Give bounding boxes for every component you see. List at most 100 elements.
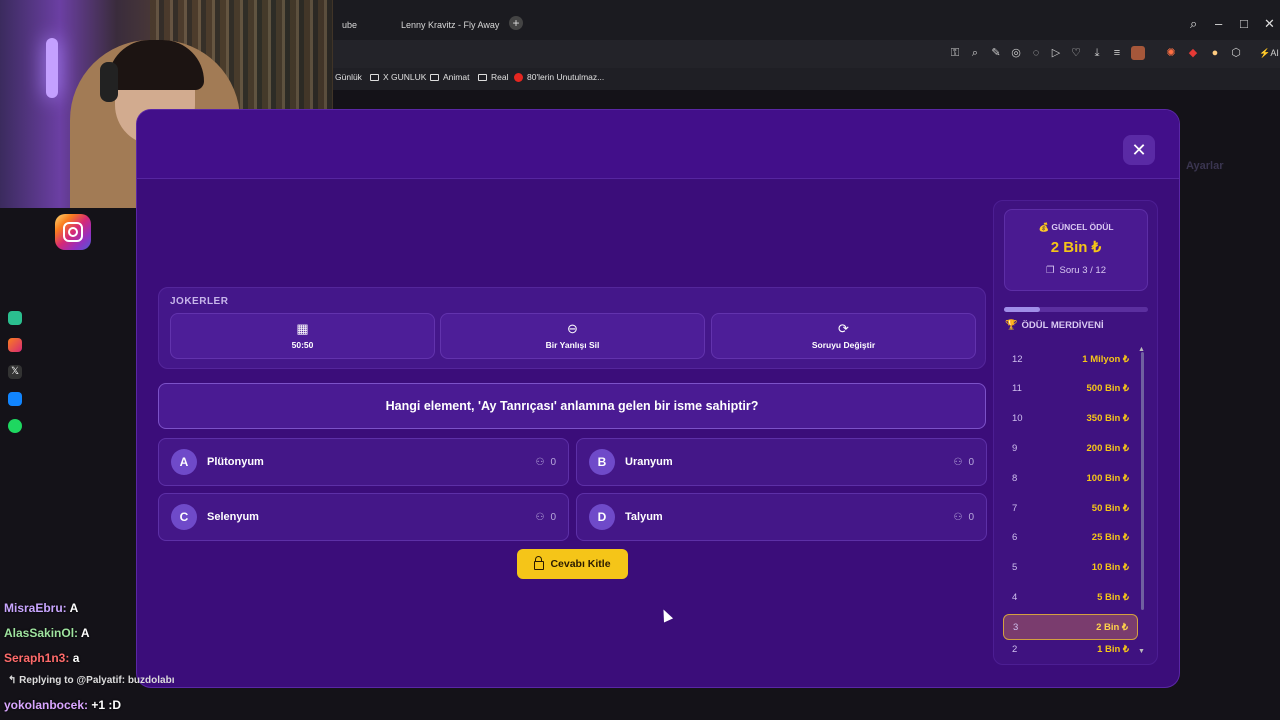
ladder-row: 6 25 Bin ₺: [1003, 525, 1138, 551]
ladder-level: 12: [1012, 353, 1023, 365]
vote-count: ⚇ 0: [953, 511, 974, 523]
ladder-level: 6: [1012, 532, 1018, 544]
chat-message: yokolanbocek: +1 :D: [4, 698, 121, 712]
answer-option[interactable]: D Talyum ⚇ 0: [576, 493, 987, 541]
folder-icon: [478, 73, 487, 81]
vote-count: ⚇ 0: [535, 456, 556, 468]
ladder-amount: 10 Bin ₺: [1091, 562, 1129, 574]
bluesky-icon[interactable]: [8, 392, 22, 406]
answer-option[interactable]: C Selenyum ⚇ 0: [158, 493, 569, 541]
answer-letter: B: [589, 449, 615, 475]
youtube-icon: [514, 72, 523, 82]
extension-shield-icon[interactable]: ◆: [1186, 46, 1200, 60]
ladder-amount: 500 Bin ₺: [1086, 383, 1129, 395]
joker-button[interactable]: ▦ 50:50: [170, 313, 435, 359]
ladder-level: 3: [1013, 621, 1019, 633]
answer-letter: D: [589, 504, 615, 530]
folder-icon: [430, 73, 439, 81]
chat-text: A: [69, 601, 79, 615]
background-settings-link: Ayarlar: [1186, 160, 1224, 172]
chat-reply: ↰ Replying to @Palyatif: buzdolabı: [8, 675, 175, 686]
tab-label: Lenny Kravitz - Fly Away (: [401, 20, 502, 30]
jokers-title: JOKERLER: [170, 296, 229, 307]
chat-message: MisraEbru: A: [4, 601, 78, 615]
chat-message: Seraph1n3: a: [4, 651, 79, 665]
chat-username: Seraph1n3:: [4, 651, 70, 665]
ladder-row: 5 10 Bin ₺: [1003, 555, 1138, 581]
ladder-level: 2: [1012, 644, 1018, 655]
minus-circle-icon: ⊖: [567, 321, 578, 336]
close-window-icon[interactable]: ✕: [1264, 16, 1275, 32]
ladder-amount: 5 Bin ₺: [1097, 591, 1129, 603]
folder-icon: [370, 73, 379, 81]
browser-tab[interactable]: Lenny Kravitz - Fly Away (: [388, 12, 502, 38]
modal-header: [137, 110, 1179, 179]
close-modal-button[interactable]: ✕: [1123, 135, 1155, 165]
bookmark-item[interactable]: Animat: [430, 72, 469, 82]
profile-avatar[interactable]: [1131, 46, 1145, 60]
joker-button[interactable]: ⊖ Bir Yanlışı Sil: [440, 313, 705, 359]
bookmark-item[interactable]: Günlük: [335, 72, 362, 82]
scroll-up-icon[interactable]: ▲: [1138, 346, 1145, 353]
answer-text: Plütonyum: [207, 456, 264, 468]
answer-option[interactable]: B Uranyum ⚇ 0: [576, 438, 987, 486]
ladder-level: 7: [1012, 502, 1018, 514]
vote-count: ⚇ 0: [953, 456, 974, 468]
browser-tab[interactable]: ube: [334, 12, 386, 38]
ai-button[interactable]: ⚡AI: [1258, 46, 1280, 60]
answer-letter: A: [171, 449, 197, 475]
bookmark-item[interactable]: X GUNLUK: [370, 72, 426, 82]
extension-icon[interactable]: ✺: [1164, 46, 1178, 60]
x-icon[interactable]: 𝕏: [8, 365, 22, 379]
cards-icon: ❐: [1045, 265, 1055, 276]
new-tab-button[interactable]: +: [509, 16, 523, 30]
ladder-amount: 1 Milyon ₺: [1082, 353, 1129, 365]
reply-icon: ↰: [8, 675, 17, 686]
menu-icon[interactable]: ≡: [1110, 46, 1124, 60]
lock-answer-button[interactable]: Cevabı Kitle: [517, 549, 628, 579]
camera-icon[interactable]: ◎: [1009, 46, 1023, 60]
key-icon[interactable]: ⚿: [948, 46, 962, 60]
maximize-icon[interactable]: □: [1240, 16, 1248, 31]
extension-cube-icon[interactable]: ⬡: [1229, 46, 1243, 60]
ladder-level: 9: [1012, 442, 1018, 454]
joker-button[interactable]: ⟳ Soruyu Değiştir: [711, 313, 976, 359]
answer-text: Uranyum: [625, 456, 673, 468]
answer-option[interactable]: A Plütonyum ⚇ 0: [158, 438, 569, 486]
ladder-scrollbar[interactable]: [1141, 352, 1144, 610]
extension-bulb-icon[interactable]: ●: [1208, 46, 1222, 60]
chat-text: A: [80, 626, 90, 640]
trophy-icon: 🏆: [1005, 320, 1018, 331]
ladder-row: 8 100 Bin ₺: [1003, 465, 1138, 491]
prize-ladder-title: 🏆 ÖDÜL MERDİVENİ: [1005, 320, 1104, 331]
bookmark-label: Günlük: [335, 72, 362, 82]
bookmark-item[interactable]: Real: [478, 72, 508, 82]
shield-icon[interactable]: ◌: [1029, 46, 1043, 60]
ladder-row: 3 2 Bin ₺: [1003, 614, 1138, 641]
minimize-icon[interactable]: –: [1215, 16, 1222, 31]
people-icon: ⚇: [535, 456, 545, 468]
download-icon[interactable]: ⤓: [1090, 46, 1104, 60]
people-icon: ⚇: [953, 511, 963, 523]
chatgpt-icon[interactable]: [8, 311, 22, 325]
edit-icon[interactable]: ✎: [989, 46, 1003, 60]
question-text: Hangi element, 'Ay Tanrıçası' anlamına g…: [158, 383, 986, 429]
heart-icon[interactable]: ♡: [1069, 46, 1083, 60]
search-tabs-icon[interactable]: ⌕: [1190, 16, 1197, 32]
instagram-icon: [55, 214, 91, 250]
ladder-amount: 1 Bin ₺: [1097, 644, 1129, 655]
ladder-row: 12 1 Milyon ₺: [1003, 346, 1138, 372]
bookmark-item[interactable]: 80'lerin Unutulmaz...: [514, 72, 604, 82]
headset: [100, 62, 118, 102]
instagram-small-icon[interactable]: [8, 338, 22, 352]
ladder-level: 5: [1012, 562, 1018, 574]
zoom-icon[interactable]: ⌕: [968, 46, 982, 60]
bookmark-label: Real: [491, 72, 509, 82]
ladder-level: 10: [1012, 413, 1023, 425]
play-icon[interactable]: ▷: [1049, 46, 1063, 60]
spotify-icon[interactable]: [8, 419, 22, 433]
ladder-row: 9 200 Bin ₺: [1003, 435, 1138, 461]
ladder-row: 7 50 Bin ₺: [1003, 495, 1138, 521]
scroll-down-icon[interactable]: ▼: [1138, 648, 1145, 655]
question-counter: ❐ Soru 3 / 12: [1045, 265, 1106, 276]
